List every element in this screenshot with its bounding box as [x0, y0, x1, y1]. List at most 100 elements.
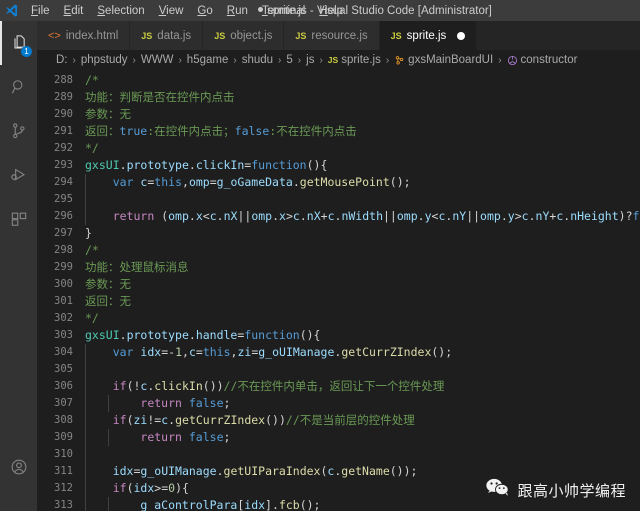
- tab-label: data.js: [157, 30, 191, 42]
- menu-selection[interactable]: Selection: [90, 2, 151, 20]
- vscode-window: FFileile Edit Selection View Go Run Term…: [0, 0, 640, 511]
- line-number: 308: [37, 412, 73, 429]
- tab-label: resource.js: [311, 30, 367, 42]
- tab-sprite-js[interactable]: JS sprite.js: [380, 21, 478, 50]
- line-number: 310: [37, 446, 73, 463]
- line-number: 307: [37, 395, 73, 412]
- branch-icon: [9, 121, 29, 141]
- breadcrumb-item-shudu[interactable]: shudu: [242, 54, 273, 66]
- menu-edit[interactable]: Edit: [57, 2, 91, 20]
- extensions-icon: [9, 209, 29, 229]
- method-symbol-icon: [507, 55, 518, 66]
- line-number: 293: [37, 157, 73, 174]
- sidebar-item-source-control[interactable]: [0, 109, 37, 153]
- line-number: 289: [37, 89, 73, 106]
- breadcrumb-item-sprite-js[interactable]: JS sprite.js: [328, 54, 381, 66]
- code-line: return false;: [85, 429, 640, 446]
- line-number: 306: [37, 378, 73, 395]
- breadcrumb-item-phpstudy[interactable]: phpstudy: [81, 54, 128, 66]
- search-icon: [9, 77, 29, 97]
- breadcrumb-separator-icon: ›: [298, 55, 301, 66]
- menu-help[interactable]: Help: [312, 2, 350, 20]
- tab-dirty-indicator[interactable]: [457, 32, 465, 40]
- line-number: 303: [37, 327, 73, 344]
- line-number: 294: [37, 174, 73, 191]
- line-number: 311: [37, 463, 73, 480]
- line-number: 302: [37, 310, 73, 327]
- js-file-icon: JS: [328, 55, 338, 65]
- line-number: 299: [37, 259, 73, 276]
- breadcrumb-separator-icon: ›: [498, 55, 501, 66]
- sidebar-item-extensions[interactable]: [0, 197, 37, 241]
- code-line: 参数：无: [85, 276, 640, 293]
- code-line: return (omp.x<c.nX||omp.x>c.nX+c.nWidth|…: [85, 208, 640, 225]
- breadcrumb-separator-icon: ›: [73, 55, 76, 66]
- sidebar-item-explorer[interactable]: 1: [0, 21, 37, 65]
- breadcrumb-item-www[interactable]: WWW: [141, 54, 174, 66]
- line-number-gutter: 288 289 290 291 292 293 294 295 296 297 …: [37, 70, 85, 511]
- code-line: /*: [85, 242, 640, 259]
- breadcrumb: D: › phpstudy › WWW › h5game › shudu › 5…: [37, 50, 640, 70]
- breadcrumb-item-drive[interactable]: D:: [56, 54, 68, 66]
- sidebar-item-accounts[interactable]: [0, 445, 37, 489]
- tab-object-js[interactable]: JS object.js: [203, 21, 284, 50]
- line-number: 288: [37, 72, 73, 89]
- sidebar-item-search[interactable]: [0, 65, 37, 109]
- code-line: if(idx>=0){: [85, 480, 640, 497]
- editor-tab-bar: <> index.html JS data.js JS object.js JS…: [37, 21, 640, 50]
- code-content[interactable]: /*功能：判断是否在控件内点击参数：无返回：true:在控件内点击；false:…: [85, 70, 640, 511]
- code-line: if(zi!=c.getCurrZIndex())//不是当前层的控件处理: [85, 412, 640, 429]
- breadcrumb-item-5[interactable]: 5: [286, 54, 292, 66]
- breadcrumb-label: shudu: [242, 54, 273, 66]
- breadcrumb-label: sprite.js: [341, 54, 381, 66]
- tab-data-js[interactable]: JS data.js: [130, 21, 203, 50]
- menu-run[interactable]: Run: [220, 2, 255, 20]
- tab-index-html[interactable]: <> index.html: [37, 21, 130, 50]
- activity-bar: 1: [0, 21, 37, 511]
- menu-file[interactable]: FFileile: [24, 2, 57, 20]
- sidebar-item-run-debug[interactable]: [0, 153, 37, 197]
- code-line: 返回：无: [85, 293, 640, 310]
- breadcrumb-label: WWW: [141, 54, 174, 66]
- breadcrumb-separator-icon: ›: [319, 55, 322, 66]
- code-line: gxsUI.prototype.clickIn=function(){: [85, 157, 640, 174]
- breadcrumb-item-class[interactable]: gxsMainBoardUI: [394, 54, 493, 66]
- code-line: [85, 361, 640, 378]
- title-bar: FFileile Edit Selection View Go Run Term…: [0, 0, 640, 21]
- line-number: 290: [37, 106, 73, 123]
- breadcrumb-item-js[interactable]: js: [306, 54, 314, 66]
- tab-label: index.html: [66, 30, 118, 42]
- menu-go[interactable]: Go: [190, 2, 219, 20]
- line-number: 304: [37, 344, 73, 361]
- breadcrumb-label: h5game: [187, 54, 229, 66]
- line-number: 309: [37, 429, 73, 446]
- explorer-badge: 1: [21, 46, 32, 57]
- tab-label: sprite.js: [407, 30, 447, 42]
- menu-bar[interactable]: FFileile Edit Selection View Go Run Term…: [24, 2, 350, 20]
- code-line: /*: [85, 72, 640, 89]
- tab-resource-js[interactable]: JS resource.js: [284, 21, 379, 50]
- line-number: 313: [37, 497, 73, 511]
- code-line: if(!c.clickIn())//不在控件内单击，返回让下一个控件处理: [85, 378, 640, 395]
- line-number: 292: [37, 140, 73, 157]
- js-file-icon: JS: [295, 31, 306, 41]
- menu-view[interactable]: View: [152, 2, 191, 20]
- breadcrumb-item-constructor[interactable]: constructor: [507, 54, 578, 66]
- code-line: }: [85, 225, 640, 242]
- menu-terminal[interactable]: Terminal: [255, 2, 312, 20]
- js-file-icon: JS: [391, 31, 402, 41]
- code-line: return false;: [85, 395, 640, 412]
- breadcrumb-label: gxsMainBoardUI: [408, 54, 493, 66]
- workbench-body: 1: [0, 21, 640, 511]
- class-symbol-icon: [394, 55, 405, 66]
- js-file-icon: JS: [141, 31, 152, 41]
- code-line: idx=g_oUIManage.getUIParaIndex(c.getName…: [85, 463, 640, 480]
- code-line: var c=this,omp=g_oGameData.getMousePoint…: [85, 174, 640, 191]
- line-number: 297: [37, 225, 73, 242]
- breadcrumb-label: D:: [56, 54, 68, 66]
- breadcrumb-label: constructor: [521, 54, 578, 66]
- breadcrumb-item-h5game[interactable]: h5game: [187, 54, 229, 66]
- js-file-icon: JS: [214, 31, 225, 41]
- code-editor[interactable]: 288 289 290 291 292 293 294 295 296 297 …: [37, 70, 640, 511]
- breadcrumb-label: 5: [286, 54, 292, 66]
